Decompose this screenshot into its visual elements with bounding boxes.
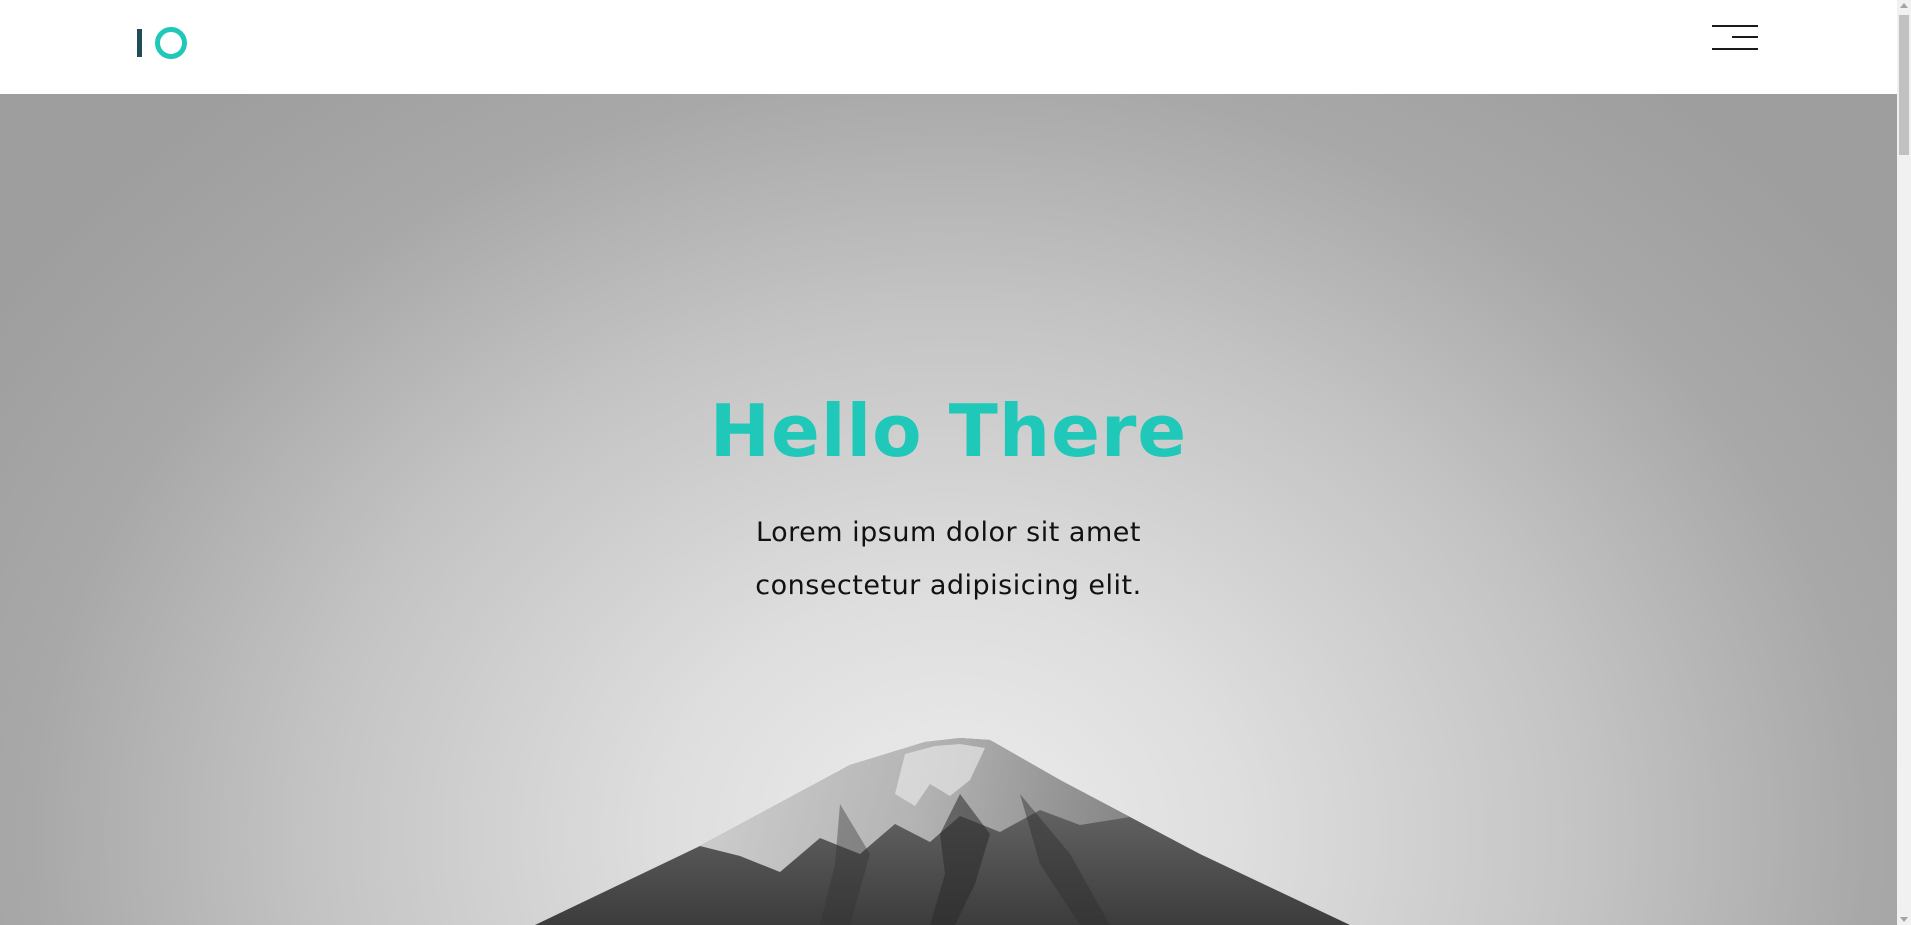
page: Hello There Lorem ipsum dolor sit amet c… [0,0,1911,925]
vertical-scrollbar[interactable] [1897,0,1911,925]
scroll-down-arrow-icon[interactable] [1900,917,1908,922]
menu-line-middle [1732,36,1758,38]
io-logo-icon[interactable] [137,26,191,60]
site-header [0,0,1897,94]
hamburger-menu-icon[interactable] [1710,24,1760,52]
hero-section: Hello There Lorem ipsum dolor sit amet c… [0,94,1897,925]
hero-subtitle: Lorem ipsum dolor sit amet consectetur a… [0,506,1897,612]
logo-bar [137,29,142,57]
logo-ring [155,27,187,59]
hero-subtitle-line-2: consectetur adipisicing elit. [755,570,1142,601]
scroll-up-arrow-icon[interactable] [1900,3,1908,8]
scrollbar-thumb[interactable] [1899,15,1909,155]
menu-line-bottom [1712,48,1758,50]
hero-subtitle-line-1: Lorem ipsum dolor sit amet [756,517,1141,548]
menu-line-top [1712,25,1758,27]
hero-title: Hello There [709,389,1188,473]
